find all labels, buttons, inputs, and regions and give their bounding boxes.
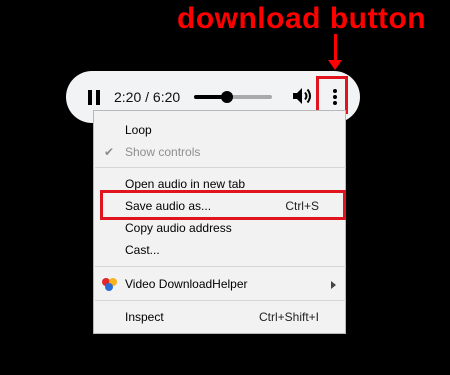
submenu-arrow-icon (331, 281, 336, 289)
context-menu: Loop ✔ Show controls Open audio in new t… (93, 110, 346, 334)
menu-item-copy-audio-address[interactable]: Copy audio address (94, 217, 345, 239)
save-audio-highlight (100, 190, 346, 220)
menu-separator (95, 266, 346, 267)
video-downloadhelper-icon (102, 278, 118, 292)
volume-slider-thumb[interactable] (220, 91, 233, 103)
menu-item-inspect[interactable]: Inspect Ctrl+Shift+I (94, 306, 345, 328)
checkmark-icon: ✔ (104, 145, 115, 159)
pause-icon[interactable] (87, 90, 101, 105)
menu-separator (95, 300, 346, 301)
download-button-highlight (316, 76, 348, 114)
annotation-arrow-head (328, 60, 342, 70)
menu-item-loop[interactable]: Loop (94, 119, 345, 141)
annotation-label: download button (177, 2, 427, 35)
speaker-icon[interactable] (292, 86, 314, 106)
menu-separator (95, 167, 346, 168)
volume-slider[interactable] (194, 91, 272, 103)
menu-item-video-downloadhelper[interactable]: Video DownloadHelper (94, 273, 345, 295)
annotation-arrow-shaft (334, 34, 337, 62)
menu-item-cast[interactable]: Cast... (94, 239, 345, 261)
menu-item-show-controls: ✔ Show controls (94, 141, 345, 163)
playback-time: 2:20 / 6:20 (114, 89, 181, 105)
shortcut-inspect: Ctrl+Shift+I (258, 310, 319, 324)
